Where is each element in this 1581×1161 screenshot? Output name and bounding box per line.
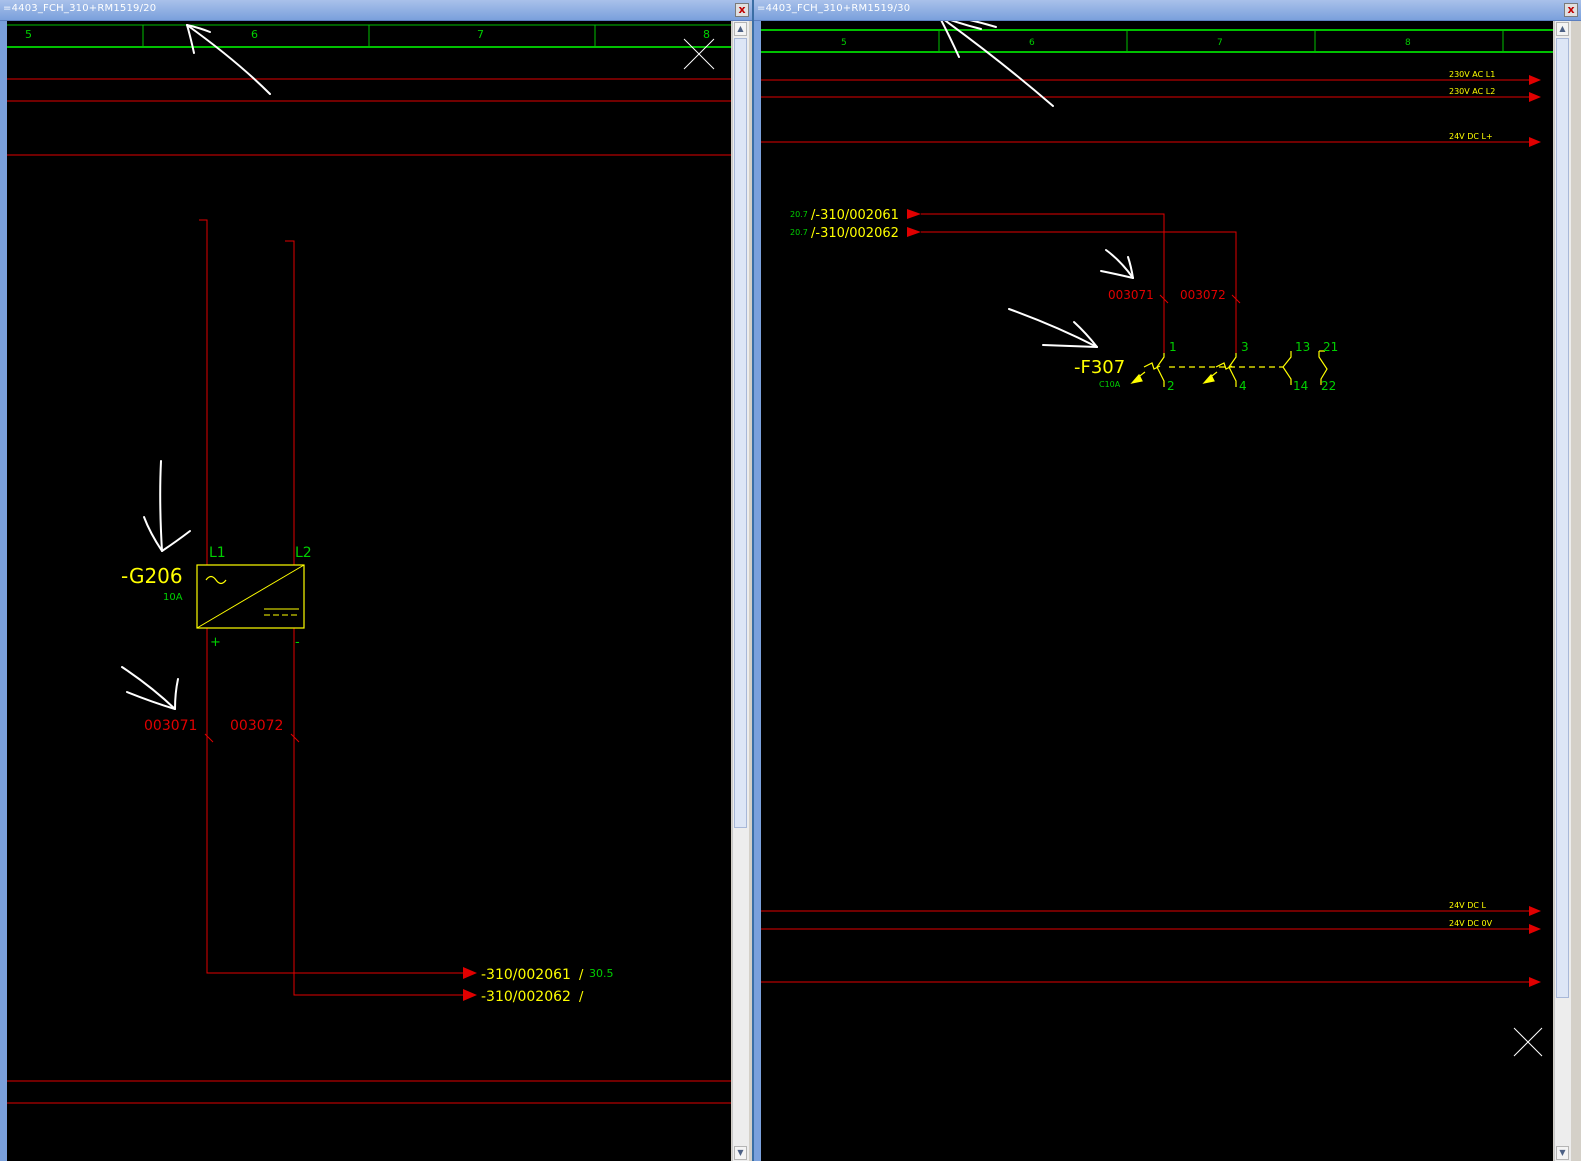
wire-003071 [921, 213, 1165, 353]
left-window-title: =4403_FCH_310+RM1519/20 [3, 3, 157, 14]
scroll-up-arrow-icon[interactable]: ▲ [734, 22, 747, 36]
right-window-title: =4403_FCH_310+RM1519/30 [757, 3, 911, 14]
left-schematic-canvas[interactable]: 5 6 7 8 L1 L2 + - -G206 10A 003071 00307… [7, 21, 731, 1161]
rail-label: 24V DC L+ [1449, 132, 1493, 141]
rail-label: 24V DC L [1449, 901, 1486, 910]
column-number: 5 [25, 28, 32, 41]
rail-arrow [1529, 75, 1541, 85]
wire-tick [290, 733, 300, 743]
right-vertical-scrollbar[interactable]: ▲ ▼ [1554, 21, 1571, 1161]
terminal-label: 22 [1321, 379, 1336, 393]
left-schematic-window: =4403_FCH_310+RM1519/20 x 5 6 7 8 L1 L2 … [0, 0, 752, 1161]
terminal-label: 1 [1169, 340, 1177, 354]
device-rating: C10A [1099, 380, 1121, 389]
rail-arrow [1529, 977, 1541, 987]
annotation-arrow [940, 21, 1054, 107]
terminal-label: 3 [1241, 340, 1249, 354]
xref-column: 20.7 [790, 228, 808, 237]
terminal-label-l1: L1 [209, 545, 226, 561]
wire-number: 003071 [1108, 288, 1154, 302]
scroll-down-arrow-icon[interactable]: ▼ [734, 1146, 747, 1160]
scroll-down-arrow-icon[interactable]: ▼ [1556, 1146, 1569, 1160]
device-tag[interactable]: -G206 [121, 564, 183, 588]
xref-target[interactable]: -310/002061 [481, 967, 571, 983]
rail-arrow [1529, 924, 1541, 934]
column-number: 6 [251, 28, 258, 41]
terminal-label: 13 [1295, 340, 1310, 354]
rail-arrow [1529, 137, 1541, 147]
wire-number: 003071 [144, 718, 197, 734]
column-number: 7 [1217, 38, 1223, 48]
annotation-arrow [143, 460, 191, 552]
xref-target[interactable]: /-310/002061 [811, 208, 899, 223]
wire-003072 [285, 240, 465, 996]
rail-arrow [1529, 92, 1541, 102]
left-window-frame [0, 21, 7, 1161]
xref-arrow [907, 227, 921, 237]
left-vertical-scrollbar[interactable]: ▲ ▼ [732, 21, 749, 1161]
terminal-label: 21 [1323, 340, 1338, 354]
column-number: 8 [1405, 38, 1411, 48]
xref-target[interactable]: /-310/002062 [811, 226, 899, 241]
column-number: 7 [477, 28, 484, 41]
xref-column: 30.5 [589, 967, 614, 980]
annotation-arrow [1008, 308, 1098, 348]
annotation-arrow [121, 666, 179, 710]
scroll-up-arrow-icon[interactable]: ▲ [1556, 22, 1569, 36]
xref-separator: / [579, 968, 584, 983]
device-tag[interactable]: -F307 [1074, 357, 1125, 378]
rail-label: 230V AC L1 [1449, 70, 1495, 79]
terminal-label-l2: L2 [295, 545, 312, 561]
left-window-titlebar[interactable]: =4403_FCH_310+RM1519/20 x [0, 0, 752, 21]
terminal-label: 2 [1167, 379, 1175, 393]
left-scroll-thumb[interactable] [734, 38, 747, 828]
cross-marker-icon [683, 38, 715, 70]
right-schematic-window: =4403_FCH_310+RM1519/30 x 5 6 7 8 230V A… [754, 0, 1581, 1161]
column-number: 6 [1029, 38, 1035, 48]
annotation-arrow [1100, 249, 1134, 279]
right-schematic-canvas[interactable]: 5 6 7 8 230V AC L1 230V AC L2 24V DC L+ … [761, 21, 1553, 1161]
right-window-frame [754, 21, 761, 1161]
xref-arrow [463, 989, 477, 1001]
wire-number: 003072 [230, 718, 283, 734]
column-number: 8 [703, 28, 710, 41]
close-icon[interactable]: x [735, 3, 749, 17]
left-schematic-drawing: 5 6 7 8 L1 L2 + - -G206 10A 003071 00307… [7, 24, 731, 1104]
cross-marker-icon [1513, 1027, 1543, 1057]
right-schematic-drawing: 5 6 7 8 230V AC L1 230V AC L2 24V DC L+ … [761, 21, 1553, 1057]
xref-arrow [463, 967, 477, 979]
xref-column: 20.7 [790, 210, 808, 219]
terminal-label: 4 [1239, 379, 1247, 393]
right-window-titlebar[interactable]: =4403_FCH_310+RM1519/30 x [754, 0, 1581, 21]
device-rating: 10A [163, 592, 183, 603]
power-supply-symbol[interactable] [196, 564, 305, 629]
rail-label: 24V DC 0V [1449, 919, 1493, 928]
wire-number: 003072 [1180, 288, 1226, 302]
close-icon[interactable]: x [1564, 3, 1578, 17]
wire-tick [204, 733, 214, 743]
xref-arrow [907, 209, 921, 219]
xref-target[interactable]: -310/002062 [481, 989, 571, 1005]
right-scroll-thumb[interactable] [1556, 38, 1569, 998]
terminal-label-minus: - [295, 635, 300, 650]
rail-arrow [1529, 906, 1541, 916]
rail-label: 230V AC L2 [1449, 87, 1495, 96]
terminal-label-plus: + [210, 635, 221, 650]
terminal-label: 14 [1293, 379, 1308, 393]
column-number: 5 [841, 38, 847, 48]
xref-separator: / [579, 990, 584, 1005]
